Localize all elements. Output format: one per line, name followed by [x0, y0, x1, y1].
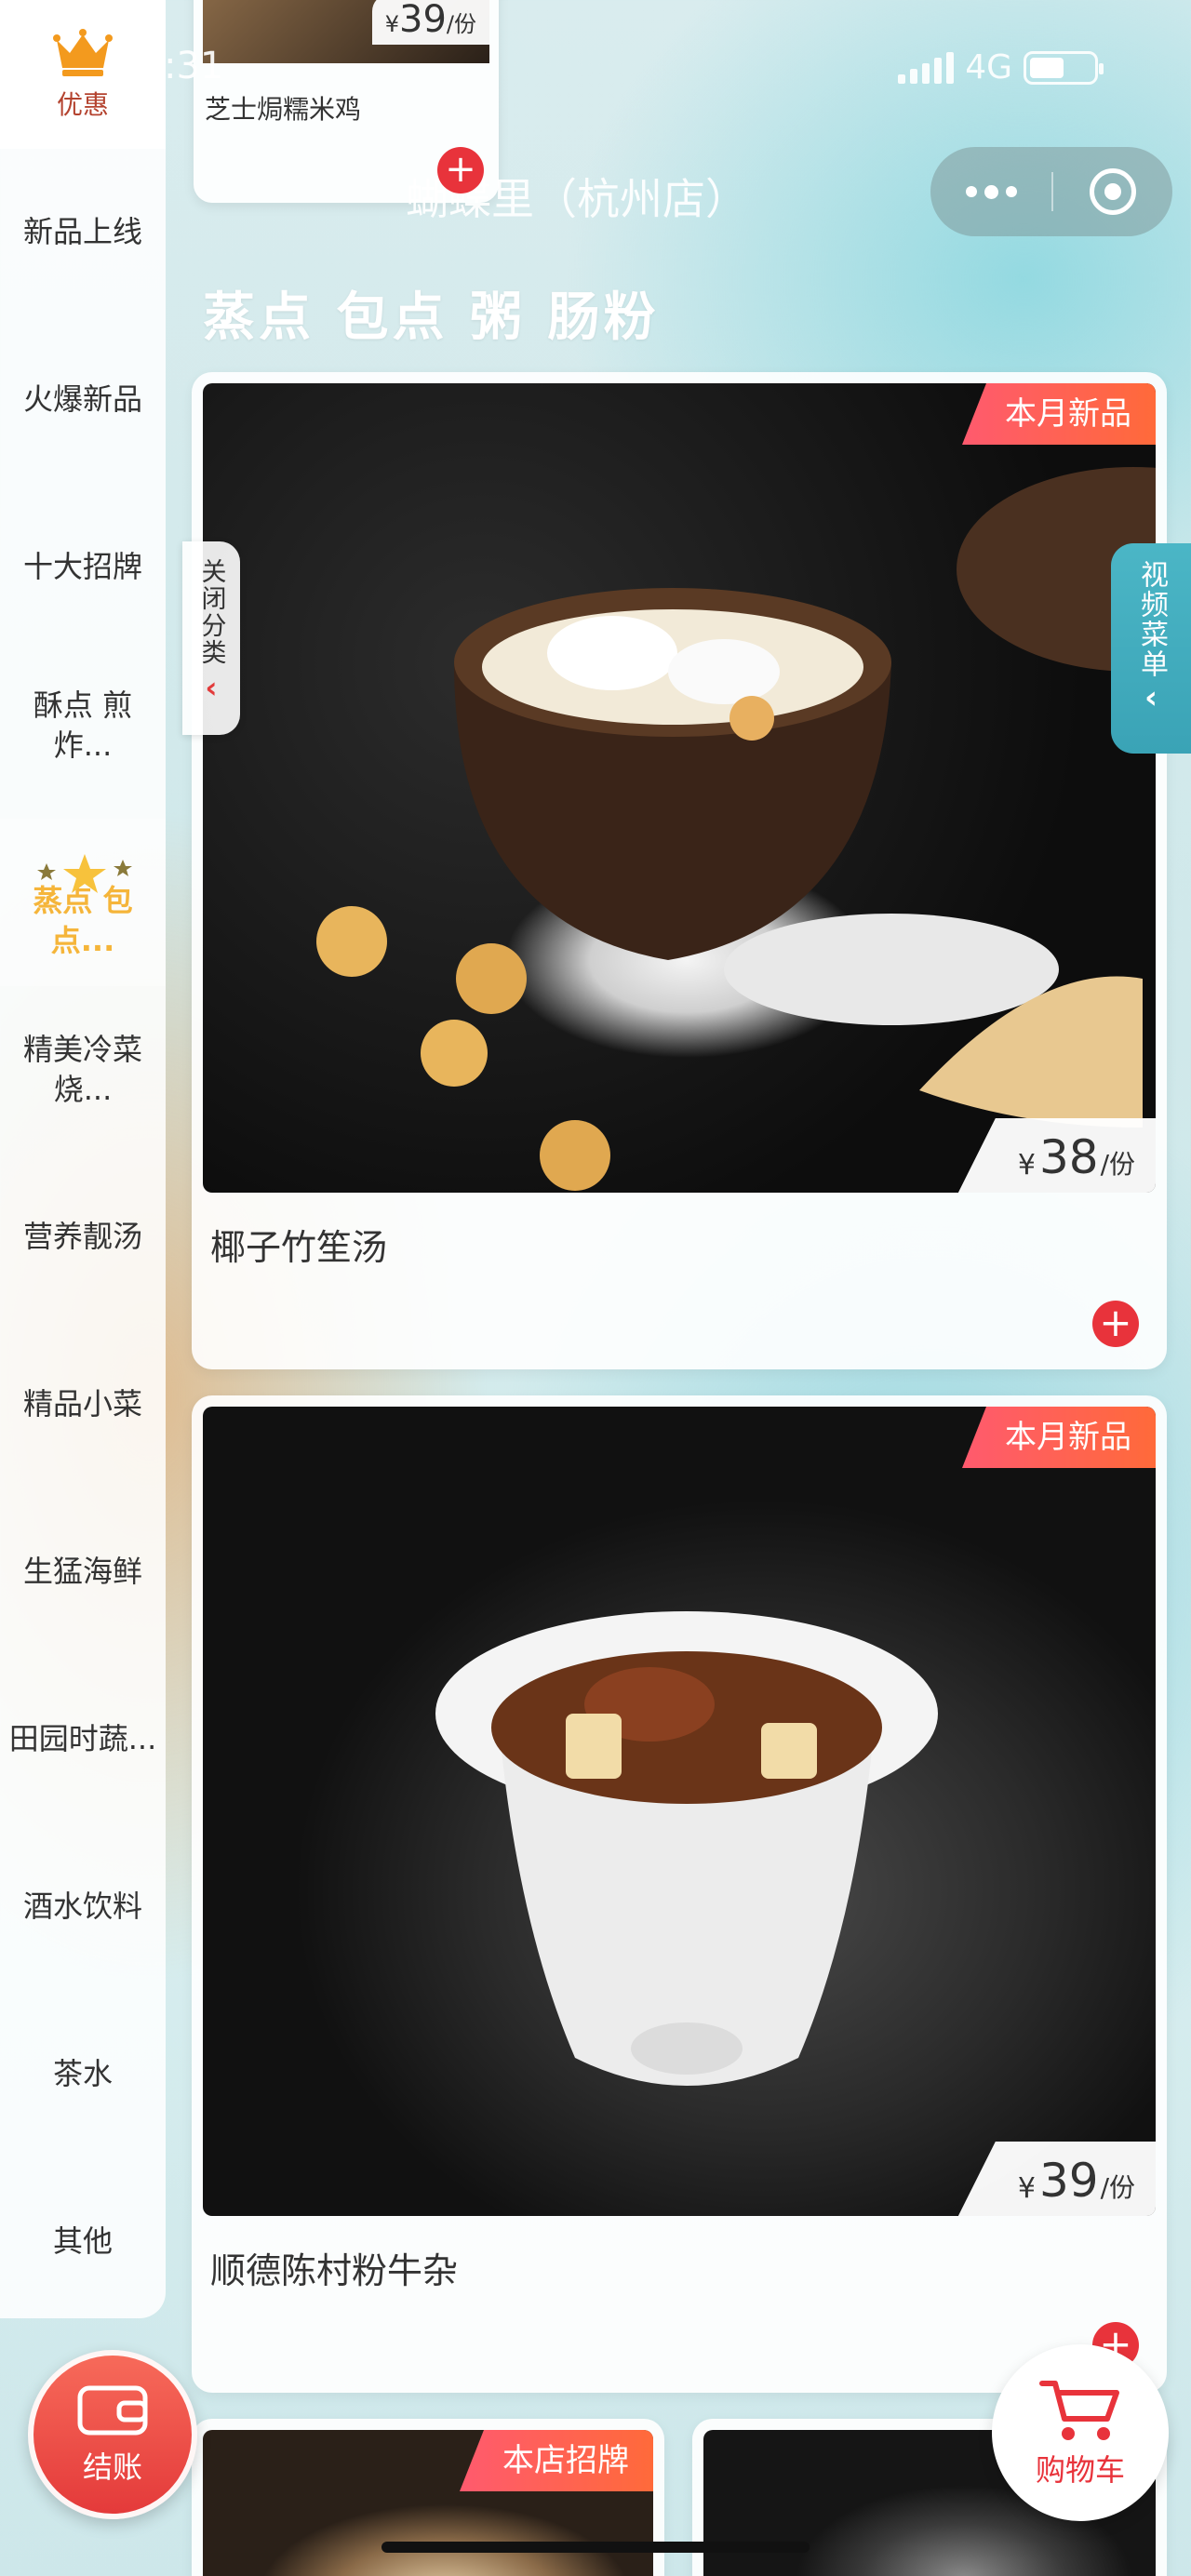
chevron-left-icon: ‹ [1144, 679, 1158, 716]
wallet-icon [77, 2385, 148, 2436]
sidebar-item-fried[interactable]: 酥点 煎炸... [0, 651, 166, 800]
product-name: 顺德陈村粉牛杂 [210, 2250, 459, 2291]
sidebar-item-vegetables[interactable]: 田园时蔬... [0, 1665, 166, 1814]
product-card[interactable]: 本月新品 ¥38/份 椰子竹笙汤 + [192, 372, 1167, 1369]
product-badge: 本月新品 [962, 1407, 1156, 1468]
close-mini-program-icon[interactable] [1053, 147, 1172, 236]
add-to-cart-button[interactable]: + [1092, 1301, 1139, 1347]
crown-icon [53, 29, 113, 76]
sidebar-item-hot-new[interactable]: 火爆新品 [0, 335, 166, 465]
close-category-tab[interactable]: 关闭分类 ‹ [182, 541, 240, 735]
cart-icon [1039, 2381, 1119, 2440]
sidebar-item-tea[interactable]: 茶水 [0, 2009, 166, 2140]
product-image: 本店招牌 [203, 2430, 653, 2576]
section-title: 蒸点 包点 粥 肠粉 [203, 287, 660, 348]
cart-label: 购物车 [1035, 2452, 1125, 2488]
sidebar-item-cold-dishes[interactable]: 精美冷菜烧... [0, 995, 166, 1144]
sidebar-item-seafood[interactable]: 生猛海鲜 [0, 1507, 166, 1637]
sidebar-item-drinks[interactable]: 酒水饮料 [0, 1842, 166, 1972]
product-name: 椰子竹笙汤 [210, 1227, 388, 1268]
beef-dish-illustration [435, 1611, 938, 2086]
product-image: 本月新品 ¥39/份 [203, 1407, 1156, 2216]
promo-tab[interactable]: 优惠 [0, 0, 166, 149]
status-time: :31 [164, 45, 224, 87]
home-indicator [381, 2542, 810, 2553]
product-card[interactable]: 本月新品 ¥39/份 顺德陈村粉牛杂 + [192, 1395, 1167, 2393]
more-options-icon[interactable] [930, 147, 1051, 236]
checkout-button[interactable]: 结账 [28, 2350, 197, 2519]
product-badge: 本月新品 [962, 383, 1156, 445]
promo-label: 优惠 [56, 89, 109, 120]
sidebar-item-other[interactable]: 其他 [0, 2177, 166, 2307]
sidebar-item-top-ten[interactable]: 十大招牌 [0, 502, 166, 633]
sidebar-item-steamed[interactable]: 蒸点 包点... [0, 819, 166, 986]
chevron-left-icon: ‹ [205, 670, 218, 705]
sidebar-item-soup[interactable]: 营养靓汤 [0, 1172, 166, 1302]
product-name: 芝士焗糯米鸡 [205, 94, 362, 125]
price-tag: ¥39/份 [371, 0, 489, 45]
status-indicators: 4G [898, 48, 1104, 87]
coconut-soup-illustration [316, 467, 1156, 1191]
category-sidebar: 优惠 新品上线 火爆新品 十大招牌 酥点 煎炸... 蒸点 包点... 精美冷菜… [0, 0, 166, 2318]
battery-icon [1024, 50, 1104, 85]
signal-icon [898, 51, 955, 84]
network-type: 4G [965, 48, 1012, 87]
mini-program-capsule [930, 147, 1172, 236]
video-menu-tab[interactable]: 视频菜单 ‹ [1111, 543, 1191, 754]
video-menu-label: 视频菜单 [1135, 560, 1168, 679]
add-to-cart-button[interactable]: + [437, 147, 484, 194]
active-category-stars-icon [37, 854, 132, 893]
shopping-cart-button[interactable]: 购物车 [992, 2344, 1169, 2521]
sidebar-item-new[interactable]: 新品上线 [0, 167, 166, 298]
sidebar-item-small-dishes[interactable]: 精品小菜 [0, 1340, 166, 1470]
checkout-label: 结账 [82, 2449, 142, 2485]
close-category-label: 关闭分类 [196, 558, 226, 666]
product-image: 本月新品 ¥38/份 [203, 383, 1156, 1193]
product-badge: 本店招牌 [460, 2430, 653, 2491]
